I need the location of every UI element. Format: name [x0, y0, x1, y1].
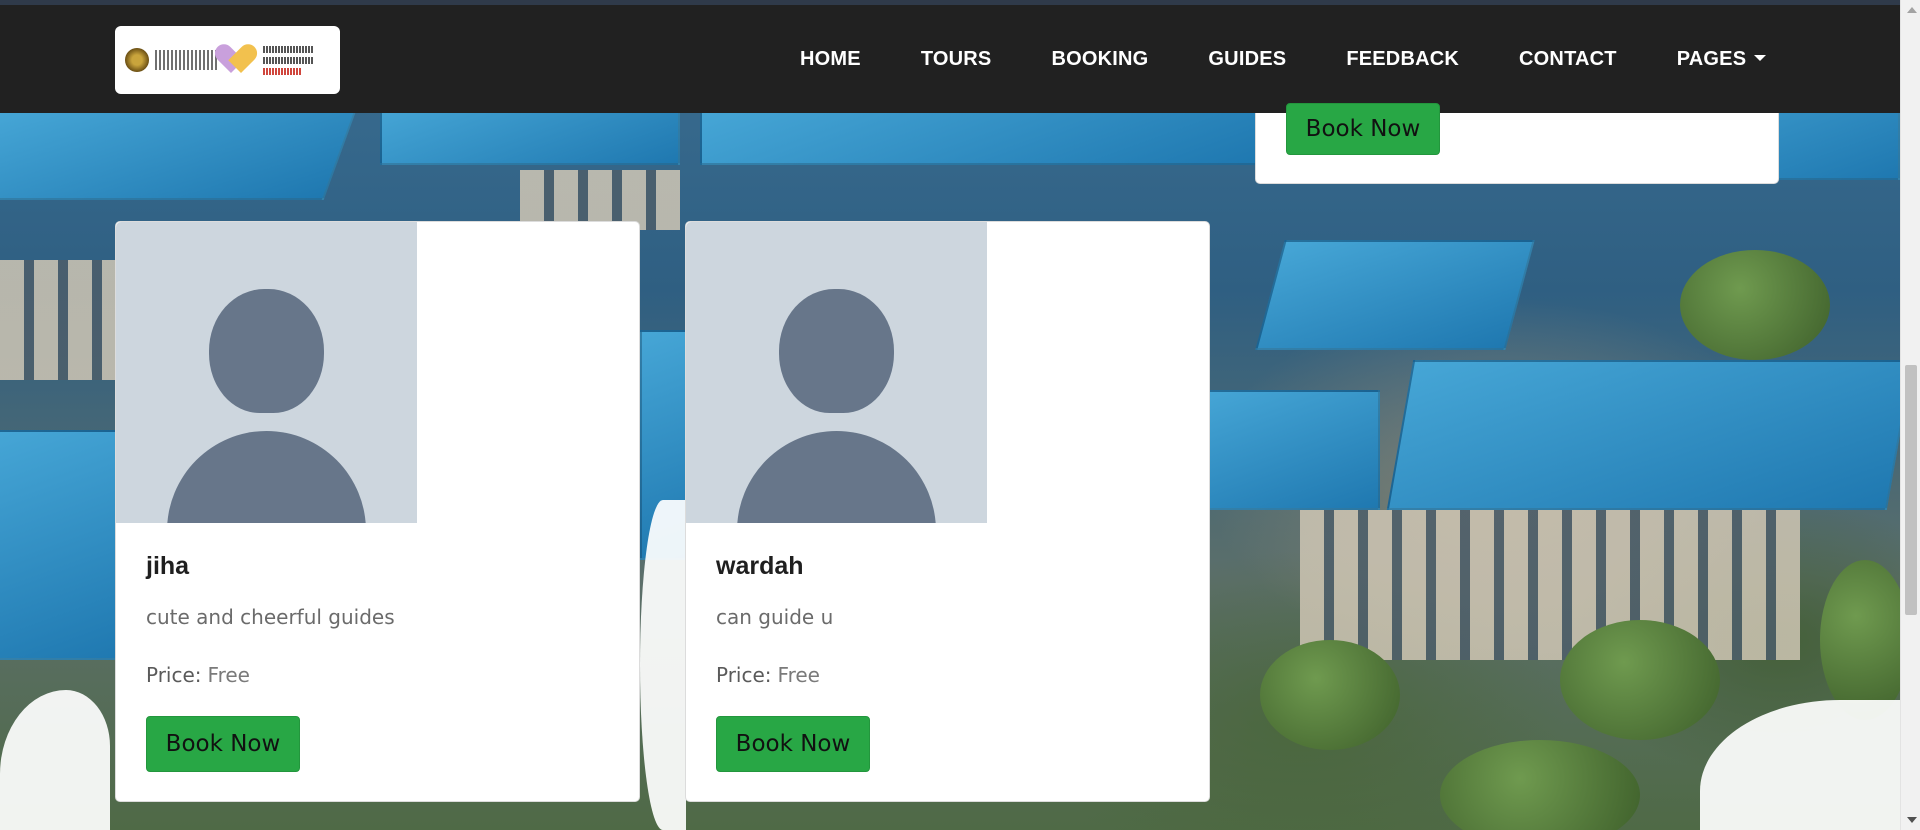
scroll-down-arrow-icon[interactable] [1907, 817, 1917, 823]
book-now-button[interactable]: Book Now [716, 716, 870, 772]
guide-price: Price: Free [146, 663, 250, 687]
guide-card: jiha cute and cheerful guides Price: Free… [115, 221, 640, 802]
avatar-placeholder-icon [116, 222, 417, 523]
partner-logos [263, 45, 313, 75]
logo-wordmark [155, 50, 217, 70]
guide-name: jiha [146, 552, 190, 580]
book-now-button[interactable]: Book Now [146, 716, 300, 772]
nav-pages-label: PAGES [1676, 47, 1747, 70]
book-now-button[interactable]: Book Now [1286, 103, 1440, 155]
nav-pages-dropdown[interactable]: PAGES [1647, 48, 1797, 71]
guide-price: Price: Free [716, 663, 820, 687]
heart-logo-icon [223, 45, 257, 75]
guide-card: wardah can guide u Price: Free Book Now [685, 221, 1210, 802]
university-seal-icon [125, 48, 149, 72]
price-value: Free [207, 663, 250, 687]
nav-guides[interactable]: GUIDES [1178, 48, 1316, 71]
guide-description: cute and cheerful guides [146, 605, 395, 629]
price-value: Free [777, 663, 820, 687]
site-logo[interactable] [115, 26, 340, 94]
page-scrollbar[interactable] [1900, 0, 1920, 830]
nav-feedback[interactable]: FEEDBACK [1316, 48, 1489, 71]
chevron-down-icon [1754, 54, 1767, 61]
guide-name: wardah [716, 552, 804, 580]
avatar-placeholder-icon [686, 222, 987, 523]
guide-card-partial: Book Now [1255, 103, 1779, 184]
navbar: HOME TOURS BOOKING GUIDES FEEDBACK CONTA… [0, 5, 1900, 113]
scroll-up-arrow-icon[interactable] [1907, 7, 1917, 13]
guide-description: can guide u [716, 605, 834, 629]
price-label: Price: [716, 663, 772, 687]
nav-tours[interactable]: TOURS [891, 48, 1022, 71]
scrollbar-thumb[interactable] [1905, 365, 1917, 615]
nav-booking[interactable]: BOOKING [1021, 48, 1178, 71]
nav-menu: HOME TOURS BOOKING GUIDES FEEDBACK CONTA… [770, 5, 1796, 113]
nav-contact[interactable]: CONTACT [1489, 48, 1647, 71]
price-label: Price: [146, 663, 202, 687]
nav-home[interactable]: HOME [770, 48, 891, 71]
